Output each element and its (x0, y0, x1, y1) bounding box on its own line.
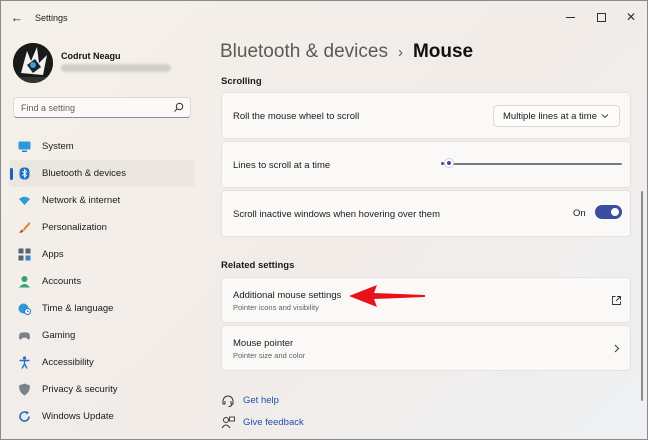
sidebar-nav: System Bluetooth & devices Network & int… (9, 133, 195, 430)
page-title: Mouse (412, 41, 474, 62)
person-icon (19, 276, 30, 288)
vertical-scrollbar[interactable] (641, 41, 644, 421)
update-icon (19, 410, 30, 422)
sidebar-item-label: Time & language (42, 303, 114, 314)
sidebar-item-personalization[interactable]: Personalization (9, 214, 195, 241)
wifi-icon (19, 196, 30, 205)
lines-to-scroll-slider[interactable] (444, 158, 622, 168)
app-title: Settings (35, 13, 68, 23)
chevron-right-icon (614, 344, 620, 353)
close-button[interactable]: ✕ (617, 7, 645, 27)
lines-to-scroll-card: Lines to scroll at a time (221, 141, 631, 188)
mouse-pointer-title: Mouse pointer (233, 338, 294, 349)
sidebar-item-label: Network & internet (42, 195, 121, 206)
breadcrumb-separator: › (397, 44, 403, 61)
back-arrow-icon[interactable]: ← (9, 10, 25, 26)
section-heading-scrolling: Scrolling (221, 76, 262, 87)
chevron-down-icon (601, 114, 609, 119)
maximize-icon (596, 12, 606, 22)
additional-mouse-settings-title: Additional mouse settings (233, 290, 342, 301)
avatar-image (13, 43, 53, 83)
minimize-button[interactable] (556, 7, 584, 27)
shield-icon (19, 383, 30, 396)
minimize-icon (565, 16, 575, 18)
search-icon[interactable] (173, 102, 184, 113)
slider-thumb[interactable] (444, 158, 455, 168)
sidebar-item-label: System (42, 141, 74, 152)
user-name: Codrut Neagu (61, 51, 121, 61)
sidebar-item-label: Apps (42, 249, 64, 260)
scroll-inactive-label: Scroll inactive windows when hovering ov… (233, 209, 440, 220)
wheel-scroll-label: Roll the mouse wheel to scroll (233, 111, 360, 122)
avatar[interactable] (13, 43, 53, 83)
lines-to-scroll-label: Lines to scroll at a time (233, 160, 331, 171)
search-box[interactable]: Find a setting (13, 97, 191, 118)
sidebar-item-network-internet[interactable]: Network & internet (9, 187, 195, 214)
sidebar-item-label: Personalization (42, 222, 107, 233)
scroll-inactive-card: Scroll inactive windows when hovering ov… (221, 190, 631, 237)
globe-clock-icon (18, 303, 31, 315)
bluetooth-icon (19, 167, 30, 180)
sidebar-item-windows-update[interactable]: Windows Update (9, 403, 195, 430)
external-link-icon (612, 296, 621, 305)
mouse-pointer-card[interactable]: Mouse pointer Pointer size and color (221, 325, 631, 371)
section-heading-related-settings: Related settings (221, 260, 295, 271)
annotation-arrow-icon (349, 285, 425, 307)
settings-window: ← Settings ✕ Codrut Neagu Find a setting (0, 0, 648, 440)
sidebar-item-label: Accounts (42, 276, 82, 287)
close-icon: ✕ (625, 10, 637, 24)
brush-icon (19, 222, 31, 233)
gamepad-icon (19, 332, 30, 340)
wheel-scroll-dropdown[interactable]: Multiple lines at a time (493, 105, 620, 127)
sidebar-item-accessibility[interactable]: Accessibility (9, 349, 195, 376)
mouse-pointer-subtitle: Pointer size and color (233, 351, 306, 360)
sidebar-item-time-language[interactable]: Time & language (9, 295, 195, 322)
toggle-state-label: On (573, 208, 586, 219)
sidebar-item-gaming[interactable]: Gaming (9, 322, 195, 349)
maximize-button[interactable] (587, 7, 615, 27)
additional-mouse-settings-subtitle: Pointer icons and visibility (233, 303, 319, 312)
feedback-icon (221, 416, 235, 429)
accessibility-icon (19, 356, 30, 369)
give-feedback-label: Give feedback (243, 417, 304, 428)
sidebar-item-label: Privacy & security (42, 384, 118, 395)
scrollbar-thumb[interactable] (641, 191, 643, 401)
toggle-knob (611, 208, 619, 216)
breadcrumb: Bluetooth & devices › Mouse (220, 41, 473, 63)
sidebar-item-privacy-security[interactable]: Privacy & security (9, 376, 195, 403)
title-bar: ← Settings ✕ (1, 1, 647, 35)
breadcrumb-parent[interactable]: Bluetooth & devices (220, 41, 388, 62)
sidebar-item-bluetooth-devices[interactable]: Bluetooth & devices (9, 160, 195, 187)
sidebar-item-label: Gaming (42, 330, 76, 341)
help-icon (222, 395, 234, 407)
sidebar-item-apps[interactable]: Apps (9, 241, 195, 268)
apps-icon (18, 248, 31, 261)
scroll-inactive-toggle[interactable] (595, 205, 622, 219)
monitor-icon (18, 141, 31, 152)
sidebar-item-system[interactable]: System (9, 133, 195, 160)
sidebar-item-label: Bluetooth & devices (42, 168, 126, 179)
sidebar-item-label: Accessibility (42, 357, 94, 368)
dropdown-value: Multiple lines at a time (503, 111, 597, 122)
sidebar-item-label: Windows Update (42, 411, 114, 422)
wheel-scroll-card: Roll the mouse wheel to scroll Multiple … (221, 92, 631, 139)
get-help-label: Get help (243, 395, 279, 406)
search-input[interactable]: Find a setting (21, 103, 75, 113)
sidebar-item-accounts[interactable]: Accounts (9, 268, 195, 295)
user-email-blurred (61, 64, 171, 72)
